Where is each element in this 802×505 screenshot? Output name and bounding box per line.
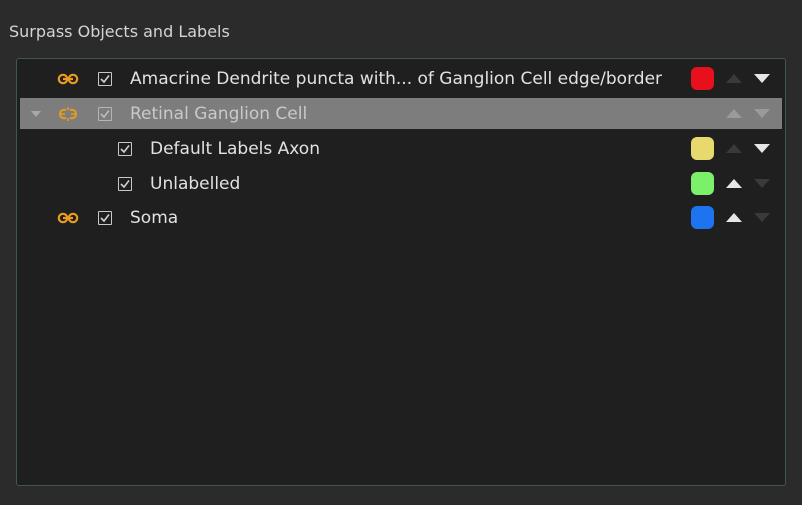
visibility-checkbox[interactable] [118, 176, 132, 191]
tree-row-unlabelled[interactable]: Unlabelled [20, 168, 782, 199]
broken-link-icon[interactable] [56, 106, 80, 121]
color-swatch[interactable] [691, 67, 714, 90]
color-swatch[interactable] [691, 172, 714, 195]
tree-row-label: Default Labels Axon [150, 138, 320, 159]
tree-row-amacrine[interactable]: Amacrine Dendrite puncta with... of Gang… [20, 63, 782, 94]
link-icon[interactable] [56, 72, 80, 86]
tree-row-default-labels-axon[interactable]: Default Labels Axon [20, 133, 782, 164]
move-down-arrow-icon[interactable] [754, 213, 770, 222]
checkmark-icon [120, 179, 130, 188]
visibility-checkbox[interactable] [98, 106, 112, 121]
move-up-arrow-icon[interactable] [726, 144, 742, 153]
tree-row-label: Amacrine Dendrite puncta with... of Gang… [130, 68, 663, 89]
expand-arrow-icon[interactable] [31, 110, 41, 118]
checkmark-icon [120, 144, 130, 153]
visibility-checkbox[interactable] [118, 141, 132, 156]
move-up-arrow-icon[interactable] [726, 74, 742, 83]
move-up-arrow-icon[interactable] [726, 109, 742, 118]
visibility-checkbox[interactable] [98, 71, 112, 86]
tree-row-retinal-ganglion-cell[interactable]: Retinal Ganglion Cell [20, 98, 782, 129]
move-up-arrow-icon[interactable] [726, 179, 742, 188]
color-swatch[interactable] [691, 206, 714, 229]
tree-row-label: Retinal Ganglion Cell [130, 103, 308, 124]
checkmark-icon [100, 74, 110, 83]
panel-title: Surpass Objects and Labels [9, 22, 230, 41]
object-tree[interactable]: Amacrine Dendrite puncta with... of Gang… [16, 58, 786, 486]
tree-row-label: Unlabelled [150, 173, 241, 194]
move-up-arrow-icon[interactable] [726, 213, 742, 222]
tree-row-soma[interactable]: Soma [20, 202, 782, 233]
move-down-arrow-icon[interactable] [754, 109, 770, 118]
move-down-arrow-icon[interactable] [754, 74, 770, 83]
color-swatch[interactable] [691, 137, 714, 160]
checkmark-icon [100, 109, 110, 118]
move-down-arrow-icon[interactable] [754, 144, 770, 153]
tree-row-label: Soma [130, 207, 179, 228]
move-down-arrow-icon[interactable] [754, 179, 770, 188]
checkmark-icon [100, 213, 110, 222]
surpass-objects-panel: Surpass Objects and Labels Amacrine Dend… [0, 0, 802, 505]
link-icon[interactable] [56, 211, 80, 225]
visibility-checkbox[interactable] [98, 210, 112, 225]
